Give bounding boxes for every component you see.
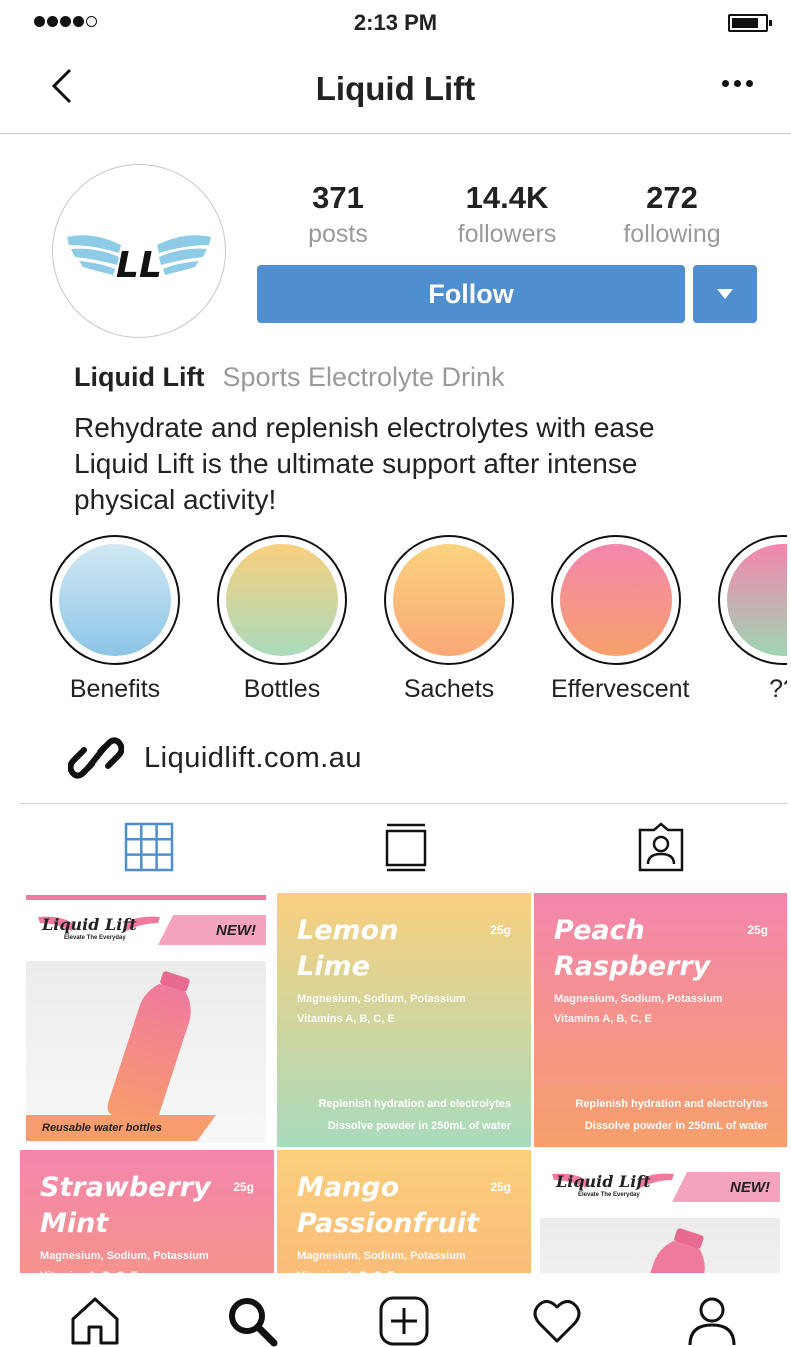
post-ribbon: Reusable water bottles: [26, 1115, 216, 1141]
posts-count: 371: [312, 180, 364, 215]
bio-header: Liquid Lift Sports Electrolyte Drink: [74, 362, 505, 393]
link-icon: [68, 737, 124, 779]
water-bottle-icon: [621, 1228, 705, 1273]
flavour-name: Peach Raspberry: [554, 915, 711, 982]
search-icon[interactable]: [226, 1295, 278, 1347]
highlight-cover: [727, 544, 787, 656]
avatar[interactable]: LL: [52, 164, 226, 338]
flavour-weight: 25g: [490, 923, 511, 937]
page-title: Liquid Lift: [315, 70, 476, 107]
highlight-label: Benefits: [69, 675, 161, 703]
flavour-name: Lemon Lime: [297, 915, 399, 982]
post-tile[interactable]: Liquid Lift Elevate The Everyday NEW!: [534, 1150, 787, 1273]
followers-label: followers: [457, 220, 557, 248]
highlight-cover: [59, 544, 171, 656]
brand-logo-text: Liquid Lift: [556, 1172, 651, 1191]
bottom-tab-bar: [0, 1275, 791, 1347]
bio-line: physical activity!: [74, 484, 277, 515]
followers-stat[interactable]: 14.4K followers: [427, 180, 587, 249]
post-grid: Liquid Lift Elevate The Everyday NEW! Re…: [20, 893, 787, 1273]
bio-text: Rehydrate and replenish electrolytes wit…: [74, 410, 764, 518]
highlight-cover: [393, 544, 505, 656]
flavour-name: Strawberry Mint: [40, 1172, 211, 1239]
flavour-weight: 25g: [490, 1180, 511, 1194]
flavour-weight: 25g: [747, 923, 768, 937]
new-badge: NEW!: [158, 915, 266, 945]
brand-tagline: Elevate The Everyday: [578, 1192, 640, 1198]
add-post-icon[interactable]: [378, 1295, 430, 1347]
profile-icon[interactable]: [686, 1295, 738, 1347]
website-url: Liquidlift.com.au: [144, 741, 363, 774]
avatar-monogram: LL: [116, 245, 162, 286]
post-tile[interactable]: Liquid Lift Elevate The Everyday NEW! Re…: [20, 893, 274, 1147]
following-count: 272: [646, 180, 698, 215]
battery-icon: [728, 14, 772, 32]
flavour-ingredients: Magnesium, Sodium, Potassium Vitamins A,…: [297, 993, 466, 1025]
chevron-down-icon: [717, 289, 733, 299]
follow-button[interactable]: Follow: [257, 265, 685, 323]
followers-count: 14.4K: [465, 180, 549, 215]
website-link[interactable]: Liquidlift.com.au: [68, 736, 362, 780]
suggestions-dropdown-button[interactable]: [693, 265, 757, 323]
story-highlights: Benefits Bottles Sachets Effervescent ??: [0, 520, 787, 710]
highlight-label: Bottles: [243, 675, 321, 703]
highlight-cover: [226, 544, 338, 656]
posts-label: posts: [308, 220, 368, 248]
highlight-cover: [560, 544, 672, 656]
highlight-label: ??: [769, 675, 787, 703]
posts-stat[interactable]: 371 posts: [258, 180, 418, 249]
bottle-photo: [540, 1218, 780, 1273]
following-label: following: [623, 220, 721, 248]
flavour-name: Mango Passionfruit: [297, 1172, 479, 1239]
post-tile[interactable]: Mango Passionfruit 25g Magnesium, Sodium…: [277, 1150, 531, 1273]
highlight-unknown[interactable]: ??: [718, 535, 787, 704]
post-tile[interactable]: Strawberry Mint 25g Magnesium, Sodium, P…: [20, 1150, 274, 1273]
more-options-icon[interactable]: [722, 80, 753, 87]
highlight-effervescent[interactable]: Effervescent: [551, 535, 690, 704]
status-time: 2:13 PM: [353, 10, 438, 35]
highlight-bottles[interactable]: Bottles: [217, 535, 347, 704]
heart-icon[interactable]: [531, 1295, 583, 1347]
bio-line: Liquid Lift is the ultimate support afte…: [74, 448, 638, 479]
flavour-ingredients: Magnesium, Sodium, Potassium Vitamins A,…: [554, 993, 723, 1025]
new-badge: NEW!: [672, 1172, 780, 1202]
profile-tabs: [20, 803, 787, 883]
highlight-benefits[interactable]: Benefits: [50, 535, 180, 704]
home-icon[interactable]: [69, 1295, 121, 1347]
nav-bar: Liquid Lift: [0, 44, 791, 134]
wings-logo-icon: LL: [67, 235, 211, 286]
profile-name: Liquid Lift: [74, 362, 205, 392]
grid-icon[interactable]: [124, 822, 174, 872]
brand-logo-text: Liquid Lift: [42, 915, 137, 934]
flavour-weight: 25g: [233, 1180, 254, 1194]
flavour-footer: Replenish hydration and electrolytes Dis…: [575, 1098, 768, 1132]
flavour-ingredients: Magnesium, Sodium, Potassium Vitamins A,…: [40, 1250, 209, 1273]
highlight-label: Sachets: [403, 675, 495, 703]
brand-tagline: Elevate The Everyday: [64, 935, 126, 941]
tagged-icon[interactable]: [636, 822, 686, 872]
flavour-footer: Replenish hydration and electrolytes Dis…: [318, 1098, 511, 1132]
flavour-ingredients: Magnesium, Sodium, Potassium Vitamins A,…: [297, 1250, 466, 1273]
status-bar: 2:13 PM: [0, 0, 791, 44]
profile-category: Sports Electrolyte Drink: [222, 362, 505, 392]
feed-icon[interactable]: [381, 822, 431, 872]
highlight-sachets[interactable]: Sachets: [384, 535, 514, 704]
post-tile[interactable]: Lemon Lime 25g Magnesium, Sodium, Potass…: [277, 893, 531, 1147]
following-stat[interactable]: 272 following: [592, 180, 752, 249]
post-tile[interactable]: Peach Raspberry 25g Magnesium, Sodium, P…: [534, 893, 787, 1147]
bio-line: Rehydrate and replenish electrolytes wit…: [74, 412, 655, 443]
highlight-label: Effervescent: [551, 675, 690, 703]
